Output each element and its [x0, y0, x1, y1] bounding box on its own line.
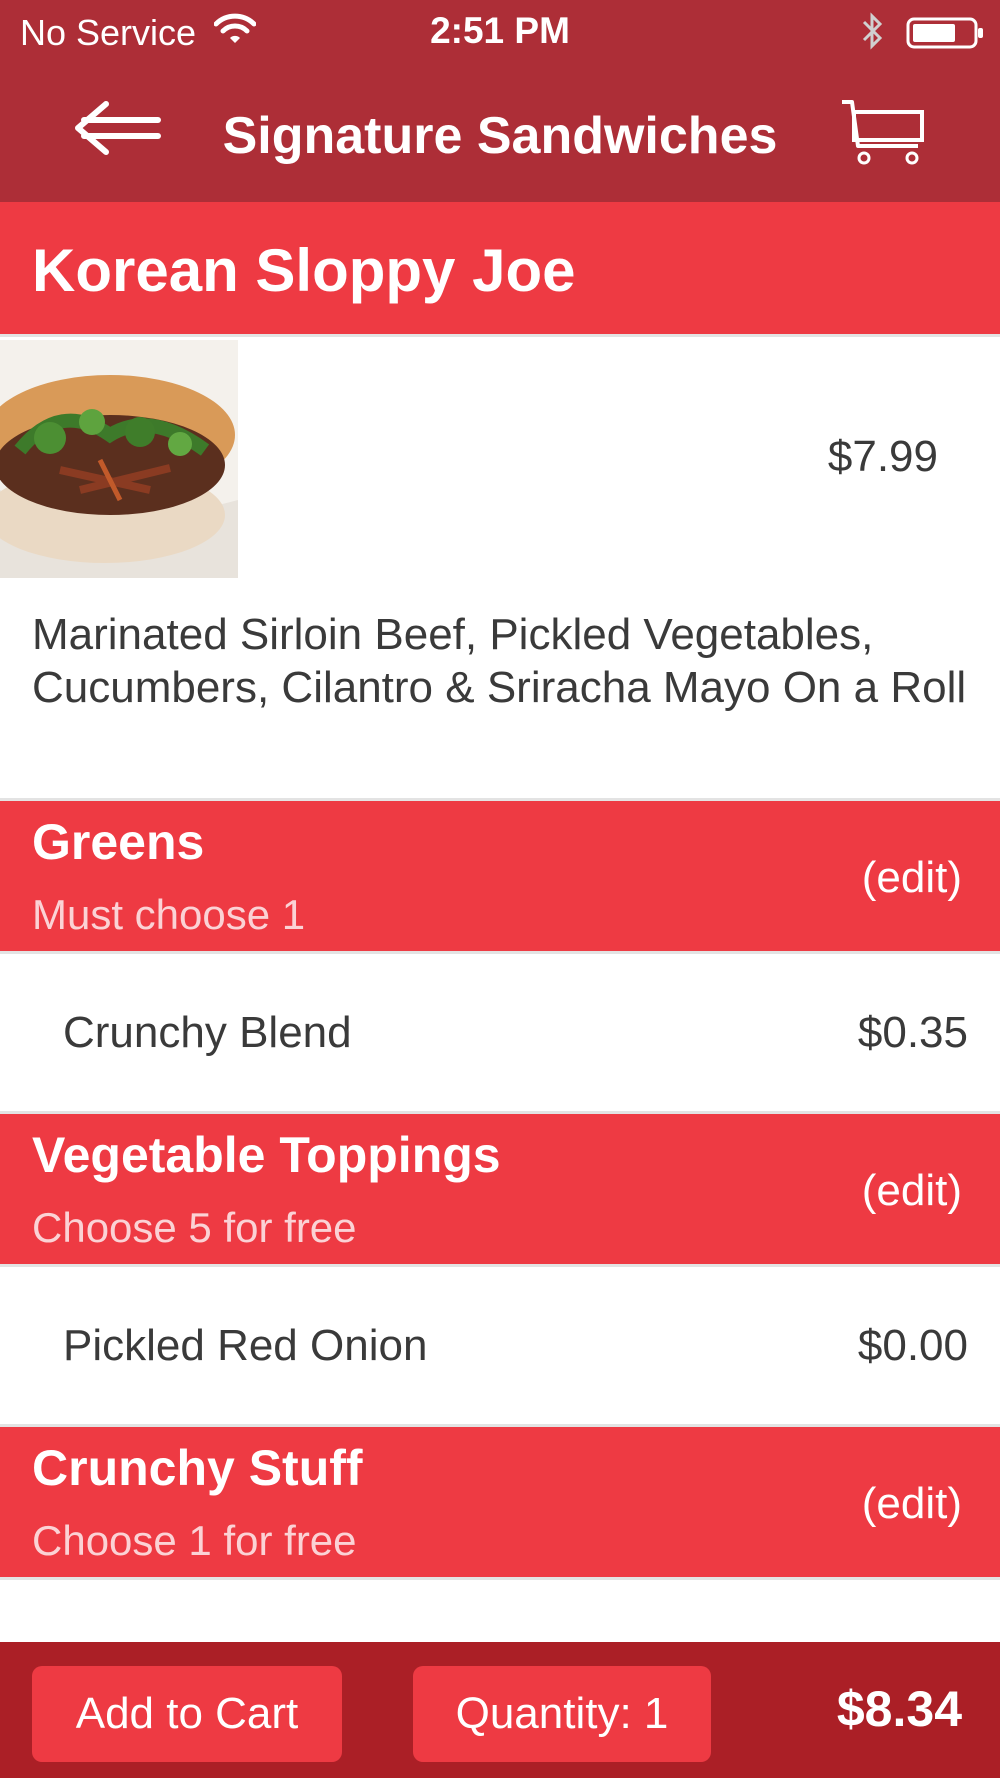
section-subtitle: Must choose 1	[32, 891, 306, 938]
status-time: 2:51 PM	[430, 10, 570, 51]
bottom-action-bar: Add to Cart Quantity: 1 $8.34	[0, 1642, 1000, 1778]
section-title: Greens	[32, 814, 205, 870]
section-subtitle: Choose 5 for free	[32, 1204, 357, 1251]
add-to-cart-button[interactable]: Add to Cart	[32, 1666, 342, 1762]
section-header-crunchy-stuff: Crunchy Stuff Choose 1 for free (edit)	[0, 1427, 1000, 1577]
order-total: $8.34	[836, 1681, 962, 1737]
section-header-vegetable-toppings: Vegetable Toppings Choose 5 for free (ed…	[0, 1114, 1000, 1264]
option-price: $0.00	[857, 1321, 968, 1370]
edit-crunchy-stuff-button[interactable]: (edit)	[862, 1479, 962, 1529]
product-description: Marinated Sirloin Beef, Pickled Vegetabl…	[32, 610, 967, 712]
edit-vegetable-toppings-button[interactable]: (edit)	[862, 1166, 962, 1216]
product-title: Korean Sloppy Joe	[32, 237, 576, 304]
edit-greens-button[interactable]: (edit)	[862, 853, 962, 903]
divider	[0, 334, 1000, 337]
product-price: $7.99	[827, 432, 938, 481]
product-photo	[0, 340, 238, 578]
option-label: Pickled Red Onion	[63, 1321, 428, 1370]
list-item: Pickled Red Onion $0.00	[0, 1267, 1000, 1427]
section-title: Vegetable Toppings	[32, 1127, 501, 1183]
option-price: $0.35	[857, 1008, 968, 1057]
section-subtitle: Choose 1 for free	[32, 1517, 357, 1564]
list-item: Crunchy Blend $0.35	[0, 954, 1000, 1114]
divider	[0, 1577, 1000, 1580]
battery-icon	[906, 16, 986, 55]
shopping-cart-icon	[842, 100, 924, 165]
bluetooth-icon	[858, 10, 888, 59]
section-header-greens: Greens Must choose 1 (edit)	[0, 801, 1000, 951]
quantity-button[interactable]: Quantity: 1	[413, 1666, 711, 1762]
section-title: Crunchy Stuff	[32, 1440, 363, 1496]
cart-button[interactable]	[838, 96, 928, 168]
option-label: Crunchy Blend	[63, 1008, 352, 1057]
